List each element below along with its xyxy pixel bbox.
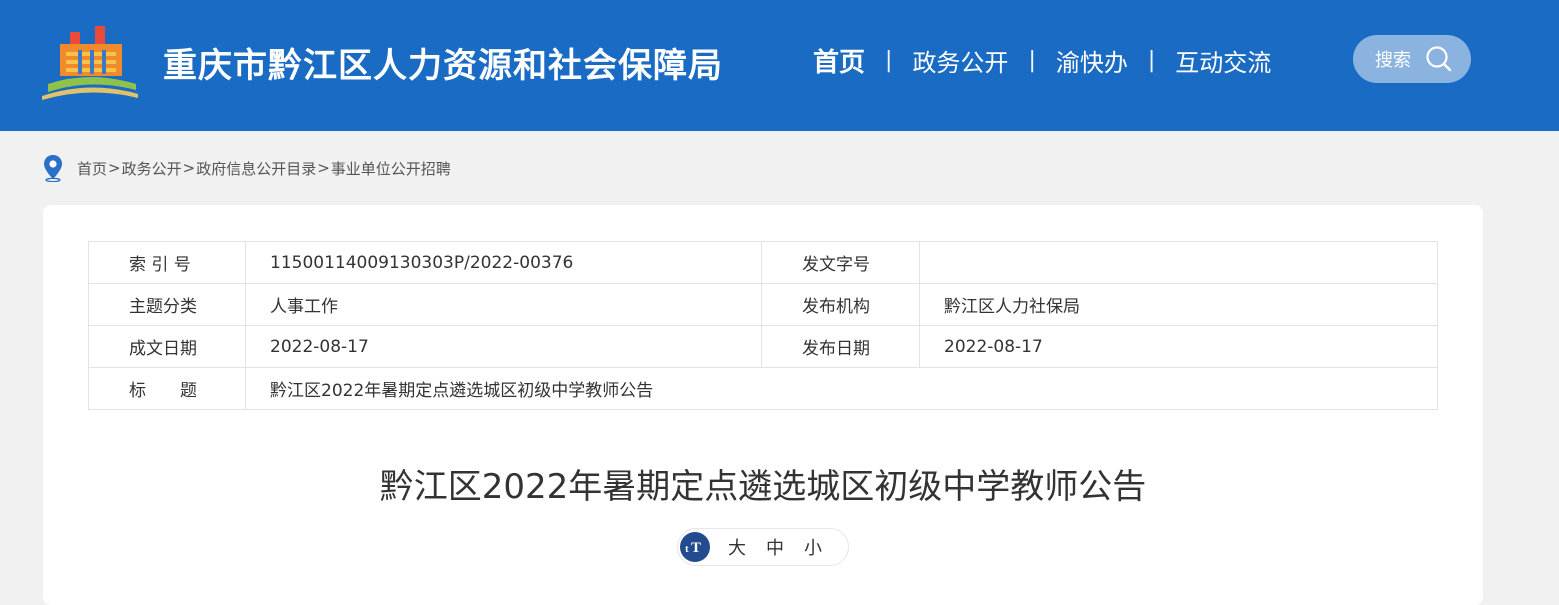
breadcrumb-home[interactable]: 首页 bbox=[77, 158, 107, 179]
search-icon bbox=[1426, 46, 1452, 72]
meta-row: 主题分类 人事工作 发布机构 黔江区人力社保局 bbox=[88, 283, 1438, 326]
bureau-logo-icon bbox=[42, 26, 138, 100]
nav-interaction[interactable]: 互动交流 bbox=[1175, 43, 1271, 78]
article-title: 黔江区2022年暑期定点遴选城区初级中学教师公告 bbox=[379, 467, 1147, 507]
svg-text:t: t bbox=[685, 543, 689, 555]
font-size-large[interactable]: 大 bbox=[726, 534, 748, 560]
nav-yukuaiban[interactable]: 渝快办 bbox=[1056, 43, 1128, 78]
nav-separator: | bbox=[1147, 48, 1156, 73]
meta-key-written-date: 成文日期 bbox=[88, 325, 246, 368]
nav-home[interactable]: 首页 bbox=[813, 42, 865, 79]
meta-key-publisher: 发布机构 bbox=[761, 283, 920, 326]
location-pin-icon bbox=[44, 155, 62, 182]
meta-key-publish-date: 发布日期 bbox=[761, 325, 920, 368]
breadcrumb: 首页 > 政务公开 > 政府信息公开目录 > 事业单位公开招聘 bbox=[42, 154, 451, 182]
meta-value-publish-date: 2022-08-17 bbox=[919, 325, 1438, 368]
meta-value-index-number: 11500114009130303P/2022-00376 bbox=[245, 241, 762, 284]
nav-separator: | bbox=[885, 48, 893, 73]
meta-key-index-number: 索 引 号 bbox=[88, 241, 246, 284]
svg-text:T: T bbox=[691, 540, 701, 555]
document-meta-table: 索 引 号 11500114009130303P/2022-00376 发文字号… bbox=[88, 241, 1438, 410]
breadcrumb-separator: > bbox=[108, 159, 121, 177]
breadcrumb-info-catalog[interactable]: 政府信息公开目录 bbox=[196, 158, 316, 179]
meta-key-document-number: 发文字号 bbox=[761, 241, 920, 284]
meta-value-category: 人事工作 bbox=[245, 283, 762, 326]
meta-value-title: 黔江区2022年暑期定点遴选城区初级中学教师公告 bbox=[245, 367, 1438, 410]
site-header: 重庆市黔江区人力资源和社会保障局 首页 | 政务公开 | 渝快办 | 互动交流 … bbox=[0, 0, 1559, 131]
search-label: 搜索 bbox=[1375, 50, 1411, 71]
nav-separator: | bbox=[1028, 48, 1036, 73]
nav-government-affairs[interactable]: 政务公开 bbox=[912, 43, 1008, 78]
breadcrumb-government-affairs[interactable]: 政务公开 bbox=[122, 158, 182, 179]
font-size-switcher: t T 大 中 小 bbox=[677, 528, 849, 566]
meta-row: 索 引 号 11500114009130303P/2022-00376 发文字号 bbox=[88, 241, 1438, 284]
breadcrumb-separator: > bbox=[182, 159, 196, 177]
font-size-medium[interactable]: 中 bbox=[764, 534, 786, 560]
font-size-icon: t T bbox=[680, 532, 710, 562]
breadcrumb-recruitment[interactable]: 事业单位公开招聘 bbox=[331, 158, 451, 179]
meta-key-category: 主题分类 bbox=[88, 283, 246, 326]
meta-row: 标 题 黔江区2022年暑期定点遴选城区初级中学教师公告 bbox=[88, 367, 1438, 410]
meta-row: 成文日期 2022-08-17 发布日期 2022-08-17 bbox=[88, 325, 1438, 368]
main-nav: 首页 | 政务公开 | 渝快办 | 互动交流 bbox=[813, 42, 1271, 79]
breadcrumb-separator: > bbox=[317, 159, 330, 177]
meta-value-publisher: 黔江区人力社保局 bbox=[919, 283, 1438, 326]
meta-value-document-number bbox=[919, 241, 1438, 284]
meta-key-title: 标 题 bbox=[88, 367, 246, 410]
article-card: 索 引 号 11500114009130303P/2022-00376 发文字号… bbox=[43, 205, 1483, 605]
meta-value-written-date: 2022-08-17 bbox=[245, 325, 762, 368]
font-size-small[interactable]: 小 bbox=[802, 534, 824, 560]
site-title: 重庆市黔江区人力资源和社会保障局 bbox=[163, 46, 723, 86]
search-button[interactable]: 搜索 bbox=[1353, 35, 1471, 83]
